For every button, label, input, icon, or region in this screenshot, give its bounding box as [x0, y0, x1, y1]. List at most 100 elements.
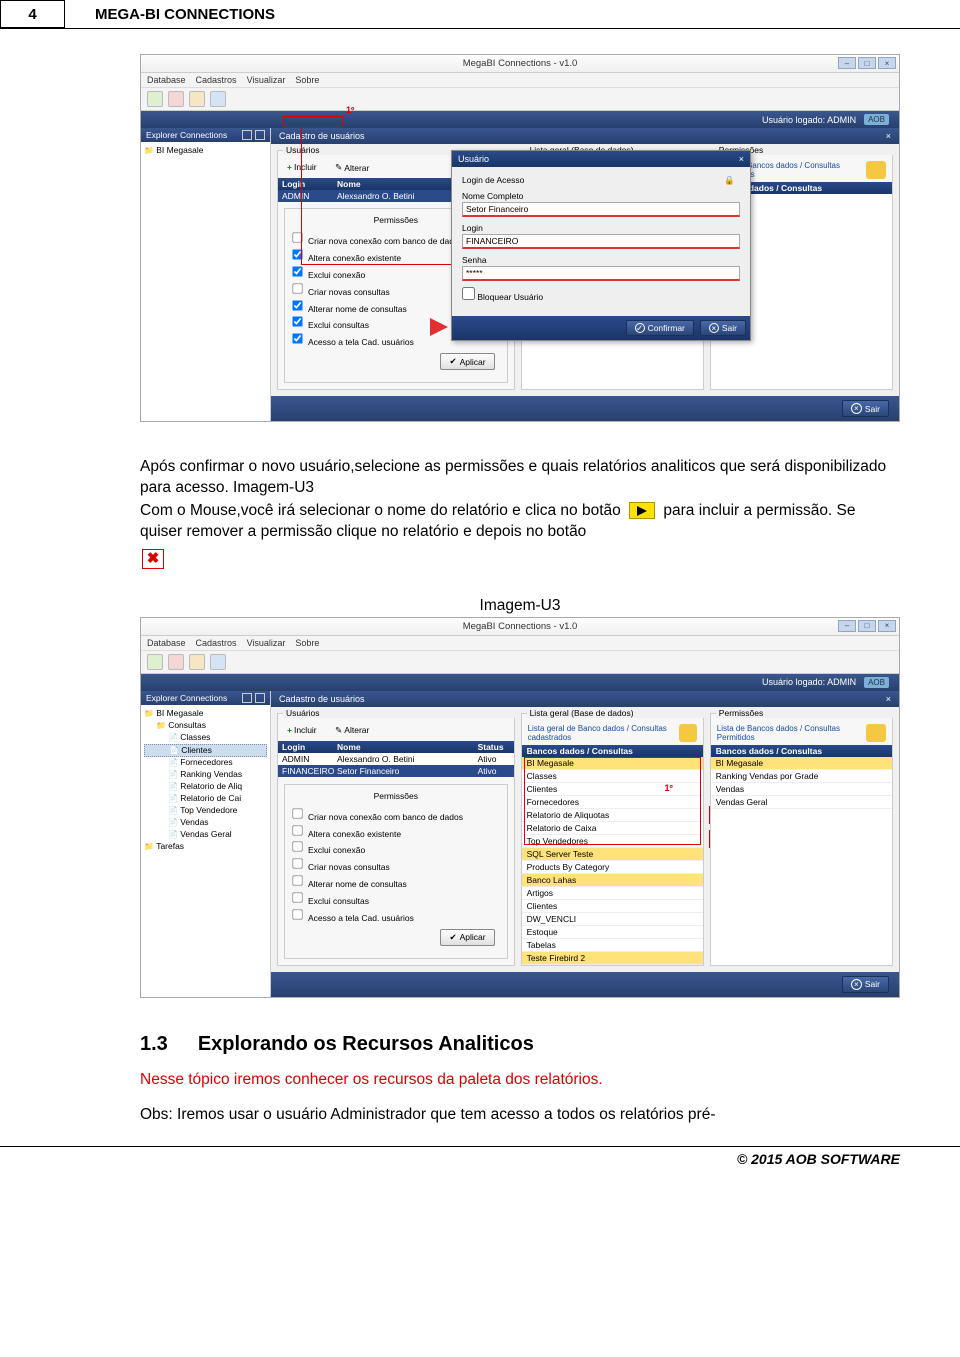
list-item[interactable]: BI Megasale — [522, 757, 703, 770]
list-item[interactable]: Ranking Vendas por Grade — [711, 770, 892, 783]
tree-item[interactable]: Relatorio de Aliq — [144, 781, 267, 793]
menu-item[interactable]: Visualizar — [247, 638, 286, 648]
tool-db-icon[interactable] — [147, 654, 163, 670]
list-item[interactable]: Clientes — [522, 900, 703, 913]
tool-user-icon[interactable] — [189, 654, 205, 670]
bloquear-checkbox[interactable]: Bloquear Usuário — [462, 292, 543, 302]
menu-item[interactable]: Sobre — [295, 638, 319, 648]
maximize-icon[interactable]: □ — [858, 57, 876, 69]
lista-body[interactable]: 1º2ºBI MegasaleClassesClientesFornecedor… — [522, 757, 703, 965]
tool-del-icon[interactable] — [168, 91, 184, 107]
nome-completo-input[interactable] — [462, 202, 740, 217]
sidebar-title: Explorer Connections — [146, 693, 227, 703]
close-icon[interactable]: × — [878, 620, 896, 632]
tree-item[interactable]: Consultas — [144, 720, 267, 732]
list-item[interactable]: Clientes — [522, 783, 703, 796]
list-item[interactable]: Classes — [522, 770, 703, 783]
sair-button[interactable]: ×Sair — [842, 976, 889, 993]
list-item[interactable]: Vendas Geral — [711, 796, 892, 809]
tree-item[interactable]: Tarefas — [144, 841, 267, 853]
senha-input[interactable] — [462, 266, 740, 281]
permission-check[interactable]: Acesso a tela Cad. usuários — [291, 908, 501, 925]
menu-item[interactable]: Database — [147, 75, 186, 85]
tree-item[interactable]: BI Megasale — [144, 708, 267, 720]
permission-check[interactable]: Alterar nome de consultas — [291, 874, 501, 891]
side-tool-icon[interactable] — [255, 693, 265, 703]
minimize-icon[interactable]: – — [838, 57, 856, 69]
perm-list-body[interactable]: BI MegasaleRanking Vendas por GradeVenda… — [711, 757, 892, 809]
aplicar-button[interactable]: ✔ Aplicar — [440, 353, 494, 370]
list-item[interactable]: Tabelas — [522, 939, 703, 952]
list-item[interactable]: Vendas — [711, 783, 892, 796]
dialog-close-icon[interactable]: × — [739, 154, 744, 164]
tree-item[interactable]: Top Vendedore — [144, 805, 267, 817]
toolbar[interactable] — [141, 88, 899, 111]
tool-user-icon[interactable] — [189, 91, 205, 107]
maximize-icon[interactable]: □ — [858, 620, 876, 632]
list-item[interactable]: Fornecedores — [522, 796, 703, 809]
window-controls[interactable]: – □ × — [838, 57, 896, 69]
tree-item[interactable]: Clientes — [144, 744, 267, 758]
explorer-tree[interactable]: BI Megasale — [141, 142, 270, 421]
list-item[interactable]: Artigos — [522, 887, 703, 900]
sair-button[interactable]: ×Sair — [842, 400, 889, 417]
permission-check[interactable]: Exclui conexão — [291, 840, 501, 857]
menu-item[interactable]: Cadastros — [196, 638, 237, 648]
window-controls[interactable]: – □ × — [838, 620, 896, 632]
explorer-tree[interactable]: BI MegasaleConsultasClassesClientesForne… — [141, 705, 270, 997]
list-item[interactable]: BI Megasale — [711, 757, 892, 770]
lista-geral-panel: Lista geral (Base de dados) Lista geral … — [521, 713, 704, 966]
table-row[interactable]: FINANCEIROSetor FinanceiroAtivo — [278, 765, 514, 777]
permission-check[interactable]: Altera conexão existente — [291, 824, 501, 841]
list-item[interactable]: Relatorio de Aliquotas — [522, 809, 703, 822]
tool-refresh-icon[interactable] — [210, 654, 226, 670]
menubar[interactable]: Database Cadastros Visualizar Sobre — [141, 73, 899, 88]
list-item[interactable]: Top Vendedores — [522, 835, 703, 848]
tool-db-icon[interactable] — [147, 91, 163, 107]
list-item[interactable]: Estoque — [522, 926, 703, 939]
window-titlebar: MegaBI Connections - v1.0 – □ × — [141, 55, 899, 73]
permission-check[interactable]: Criar nova conexão com banco de dados — [291, 807, 501, 824]
menubar[interactable]: Database Cadastros Visualizar Sobre — [141, 636, 899, 651]
permission-check[interactable]: Exclui consultas — [291, 891, 501, 908]
toolbar[interactable] — [141, 651, 899, 674]
incluir-button[interactable]: +Incluir — [283, 724, 321, 736]
menu-item[interactable]: Sobre — [295, 75, 319, 85]
menu-item[interactable]: Visualizar — [247, 75, 286, 85]
tree-item[interactable]: Fornecedores — [144, 757, 267, 769]
aplicar-button[interactable]: ✔ Aplicar — [440, 929, 494, 946]
minimize-icon[interactable]: – — [838, 620, 856, 632]
panel-close-icon[interactable]: × — [886, 131, 891, 141]
panel-close-icon[interactable]: × — [886, 694, 891, 704]
confirmar-button[interactable]: ✓ Confirmar — [626, 320, 694, 336]
list-item[interactable]: Banco Lahas — [522, 874, 703, 887]
list-item[interactable]: SQL Server Teste — [522, 848, 703, 861]
table-row[interactable]: ADMINAlexsandro O. BetiniAtivo — [278, 753, 514, 765]
close-icon[interactable]: × — [878, 57, 896, 69]
list-item[interactable]: Teste Firebird 2 — [522, 952, 703, 965]
list-item[interactable]: DW_VENCLI — [522, 913, 703, 926]
list-item[interactable]: Products By Category — [522, 861, 703, 874]
tree-item[interactable]: BI Megasale — [144, 145, 267, 157]
tree-item[interactable]: Ranking Vendas — [144, 769, 267, 781]
tree-item[interactable]: Classes — [144, 732, 267, 744]
menu-item[interactable]: Database — [147, 638, 186, 648]
permission-checks[interactable]: Criar nova conexão com banco de dadosAlt… — [291, 807, 501, 925]
side-tool-icon[interactable] — [242, 130, 252, 140]
section-intro-red: Nesse tópico iremos conhecer os recursos… — [140, 1070, 900, 1091]
login-input[interactable] — [462, 234, 740, 249]
tree-item[interactable]: Relatorio de Cai — [144, 793, 267, 805]
alterar-button[interactable]: ✎Alterar — [331, 724, 373, 737]
side-tool-icon[interactable] — [255, 130, 265, 140]
menu-item[interactable]: Cadastros — [196, 75, 237, 85]
tool-del-icon[interactable] — [168, 654, 184, 670]
tree-item[interactable]: Vendas Geral — [144, 829, 267, 841]
tool-refresh-icon[interactable] — [210, 91, 226, 107]
list-item[interactable]: Relatorio de Caixa — [522, 822, 703, 835]
nome-completo-label: Nome Completo — [462, 191, 740, 201]
dialog-sair-button[interactable]: × Sair — [700, 320, 746, 336]
side-tool-icon[interactable] — [242, 693, 252, 703]
tree-item[interactable]: Vendas — [144, 817, 267, 829]
permission-check[interactable]: Criar novas consultas — [291, 857, 501, 874]
users-table-body[interactable]: ADMINAlexsandro O. BetiniAtivoFINANCEIRO… — [278, 753, 514, 777]
